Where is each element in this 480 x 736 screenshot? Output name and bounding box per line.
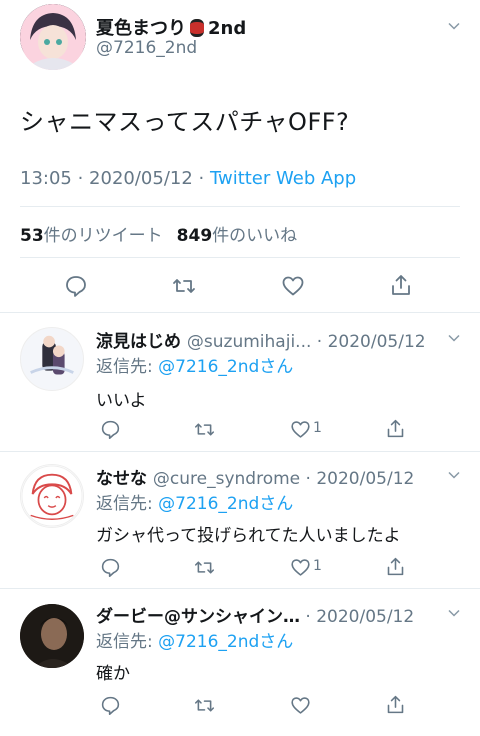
tweet-timestamp: 13:05 · 2020/05/12 · Twitter Web App	[20, 168, 357, 189]
retweet-count[interactable]: 53	[20, 226, 44, 246]
avatar[interactable]	[20, 464, 84, 528]
heart-icon[interactable]	[286, 691, 314, 719]
chevron-down-icon[interactable]	[448, 469, 460, 481]
tweet-text: シャニマスってスパチャOFF?	[20, 108, 350, 136]
like-count: 1	[313, 558, 322, 574]
reply-text: ガシャ代って投げられてた人いましたよ	[96, 526, 401, 546]
heart-icon[interactable]	[286, 415, 314, 443]
chevron-down-icon[interactable]	[448, 332, 460, 344]
divider	[20, 257, 460, 258]
tweet-source-link[interactable]: Twitter Web App	[210, 168, 356, 189]
reply-icon[interactable]	[96, 415, 124, 443]
mention-link[interactable]: @7216_2ndさん	[158, 357, 293, 377]
share-icon[interactable]	[381, 552, 409, 580]
reply-to-label: 返信先: @7216_2ndさん	[96, 494, 294, 514]
like-count: 1	[313, 420, 322, 436]
avatar[interactable]	[20, 4, 86, 70]
share-icon[interactable]	[381, 690, 409, 718]
lantern-emoji-icon	[190, 19, 204, 37]
retweet-icon[interactable]	[190, 415, 218, 443]
share-icon[interactable]	[381, 414, 409, 442]
reply-author[interactable]: ダービー@サンシャイン… · 2020/05/12	[96, 602, 414, 627]
heart-icon[interactable]	[286, 553, 314, 581]
reply-author[interactable]: 涼見はじめ @suzumihaji... · 2020/05/12	[96, 327, 426, 352]
retweet-icon[interactable]	[170, 272, 198, 300]
reply-author[interactable]: なせな @cure_syndrome · 2020/05/12	[96, 464, 414, 489]
mention-link[interactable]: @7216_2ndさん	[158, 632, 293, 652]
avatar[interactable]	[20, 327, 84, 391]
reply-icon[interactable]	[96, 553, 124, 581]
avatar[interactable]	[20, 604, 84, 668]
display-name[interactable]: 夏色まつり 2nd	[96, 14, 246, 40]
tweet-stats: 53件のリツイート 849件のいいね	[20, 226, 298, 246]
reply-tweet[interactable]: ダービー@サンシャイン… · 2020/05/12 返信先: @7216_2nd…	[0, 589, 480, 736]
reply-text: 確か	[96, 664, 130, 684]
retweet-icon[interactable]	[190, 691, 218, 719]
main-tweet: 夏色まつり 2nd @7216_2nd シャニマスってスパチャOFF? 13:05…	[0, 0, 480, 312]
like-count[interactable]: 849	[177, 226, 213, 246]
reply-icon[interactable]	[62, 272, 90, 300]
divider	[20, 206, 460, 207]
reply-icon[interactable]	[96, 691, 124, 719]
reply-tweet[interactable]: なせな @cure_syndrome · 2020/05/12 返信先: @72…	[0, 452, 480, 588]
reply-text: いいよ	[96, 391, 147, 411]
reply-tweet[interactable]: 涼見はじめ @suzumihaji... · 2020/05/12 返信先: @…	[0, 313, 480, 451]
share-icon[interactable]	[387, 271, 415, 299]
reply-to-label: 返信先: @7216_2ndさん	[96, 632, 294, 652]
heart-icon[interactable]	[279, 272, 307, 300]
mention-link[interactable]: @7216_2ndさん	[158, 494, 293, 514]
user-handle[interactable]: @7216_2nd	[96, 38, 197, 58]
chevron-down-icon[interactable]	[448, 20, 460, 32]
chevron-down-icon[interactable]	[448, 607, 460, 619]
reply-to-label: 返信先: @7216_2ndさん	[96, 357, 294, 377]
retweet-icon[interactable]	[190, 553, 218, 581]
